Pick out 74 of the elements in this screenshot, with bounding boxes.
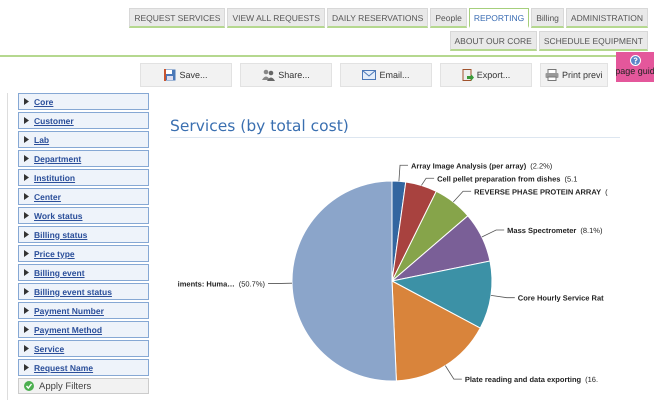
filter-link[interactable]: Center: [34, 192, 61, 202]
people-icon: [262, 69, 276, 81]
leader-line: [452, 190, 472, 202]
filter-header[interactable]: Center: [18, 188, 149, 205]
filter-link[interactable]: Payment Number: [34, 306, 104, 316]
filter-header[interactable]: Lab: [18, 131, 149, 148]
filter-link[interactable]: Service: [34, 344, 64, 354]
filter-header[interactable]: Institution: [18, 169, 149, 186]
filter-link[interactable]: Payment Method: [34, 324, 102, 334]
triangle-right-icon: [23, 288, 30, 295]
filter-link[interactable]: Billing status: [34, 230, 88, 240]
triangle-right-icon: [23, 117, 30, 124]
nav-tab[interactable]: SCHEDULE EQUIPMENT: [538, 31, 648, 51]
filter-header[interactable]: Price type: [18, 245, 149, 262]
filter-link[interactable]: Customer: [34, 116, 74, 126]
filter-link[interactable]: Core: [34, 96, 54, 106]
filter-header[interactable]: Customer: [18, 112, 149, 129]
filter-header[interactable]: Work status: [18, 207, 149, 224]
nav-tab[interactable]: REQUEST SERVICES: [129, 8, 226, 28]
nav-tab[interactable]: ABOUT OUR CORE: [450, 31, 537, 51]
leader-line: [398, 164, 408, 182]
nav-tab[interactable]: ADMINISTRATION: [566, 8, 648, 28]
nav-tab[interactable]: DAILY RESERVATIONS: [327, 8, 428, 28]
triangle-right-icon: [23, 174, 30, 181]
nav-tab[interactable]: People: [430, 8, 467, 28]
export-button[interactable]: Export...: [440, 63, 532, 87]
filter-header[interactable]: Billing status: [18, 226, 149, 243]
triangle-right-icon: [23, 155, 30, 162]
triangle-right-icon: [23, 326, 30, 333]
nav-tab[interactable]: REPORTING: [468, 8, 530, 28]
filter-header[interactable]: Department: [18, 150, 149, 167]
filter-header[interactable]: Payment Method: [18, 321, 149, 338]
filter-link[interactable]: Billing event status: [34, 286, 112, 296]
triangle-right-icon: [23, 212, 30, 219]
leader-line: [421, 178, 434, 186]
leader-line: [268, 282, 292, 284]
filter-link[interactable]: Institution: [34, 172, 76, 182]
help-icon: [630, 55, 640, 66]
print-button[interactable]: Print previ: [540, 63, 608, 87]
triangle-right-icon: [23, 307, 30, 314]
filter-link[interactable]: Lab: [34, 134, 50, 144]
triangle-right-icon: [23, 193, 30, 200]
nav-tab[interactable]: Billing: [531, 8, 564, 28]
triangle-right-icon: [23, 250, 30, 257]
leader-line: [444, 365, 462, 380]
envelope-icon: [362, 70, 376, 80]
checkmark-icon: [24, 381, 34, 391]
filter-link[interactable]: Request Name: [34, 362, 94, 372]
filter-link[interactable]: Work status: [34, 210, 82, 220]
triangle-right-icon: [23, 345, 30, 352]
share-button[interactable]: Share...: [240, 63, 332, 87]
filter-header[interactable]: Billing event status: [18, 283, 149, 300]
filter-header[interactable]: Core: [18, 93, 149, 110]
leader-line: [490, 295, 516, 298]
triangle-right-icon: [23, 364, 30, 371]
triangle-right-icon: [23, 231, 30, 238]
email-button[interactable]: Email...: [340, 63, 432, 87]
triangle-right-icon: [23, 98, 30, 105]
filter-header[interactable]: Billing event: [18, 264, 149, 281]
filter-link[interactable]: Price type: [34, 248, 75, 258]
printer-icon: [545, 69, 559, 81]
filter-header[interactable]: Service: [18, 340, 149, 357]
triangle-right-icon: [23, 269, 30, 276]
save-button[interactable]: Save...: [140, 63, 232, 87]
nav-tab[interactable]: VIEW ALL REQUESTS: [227, 8, 326, 28]
filter-header[interactable]: Payment Number: [18, 302, 149, 319]
filter-header[interactable]: Request Name: [18, 359, 149, 376]
page-guide-tab[interactable]: page guid: [616, 52, 654, 82]
apply-filters-button[interactable]: Apply Filters: [18, 378, 149, 394]
leader-line: [481, 230, 505, 238]
filter-link[interactable]: Billing event: [34, 268, 85, 278]
filter-link[interactable]: Department: [34, 154, 82, 164]
chart-title: Services (by total cost): [170, 117, 620, 138]
triangle-right-icon: [23, 136, 30, 143]
